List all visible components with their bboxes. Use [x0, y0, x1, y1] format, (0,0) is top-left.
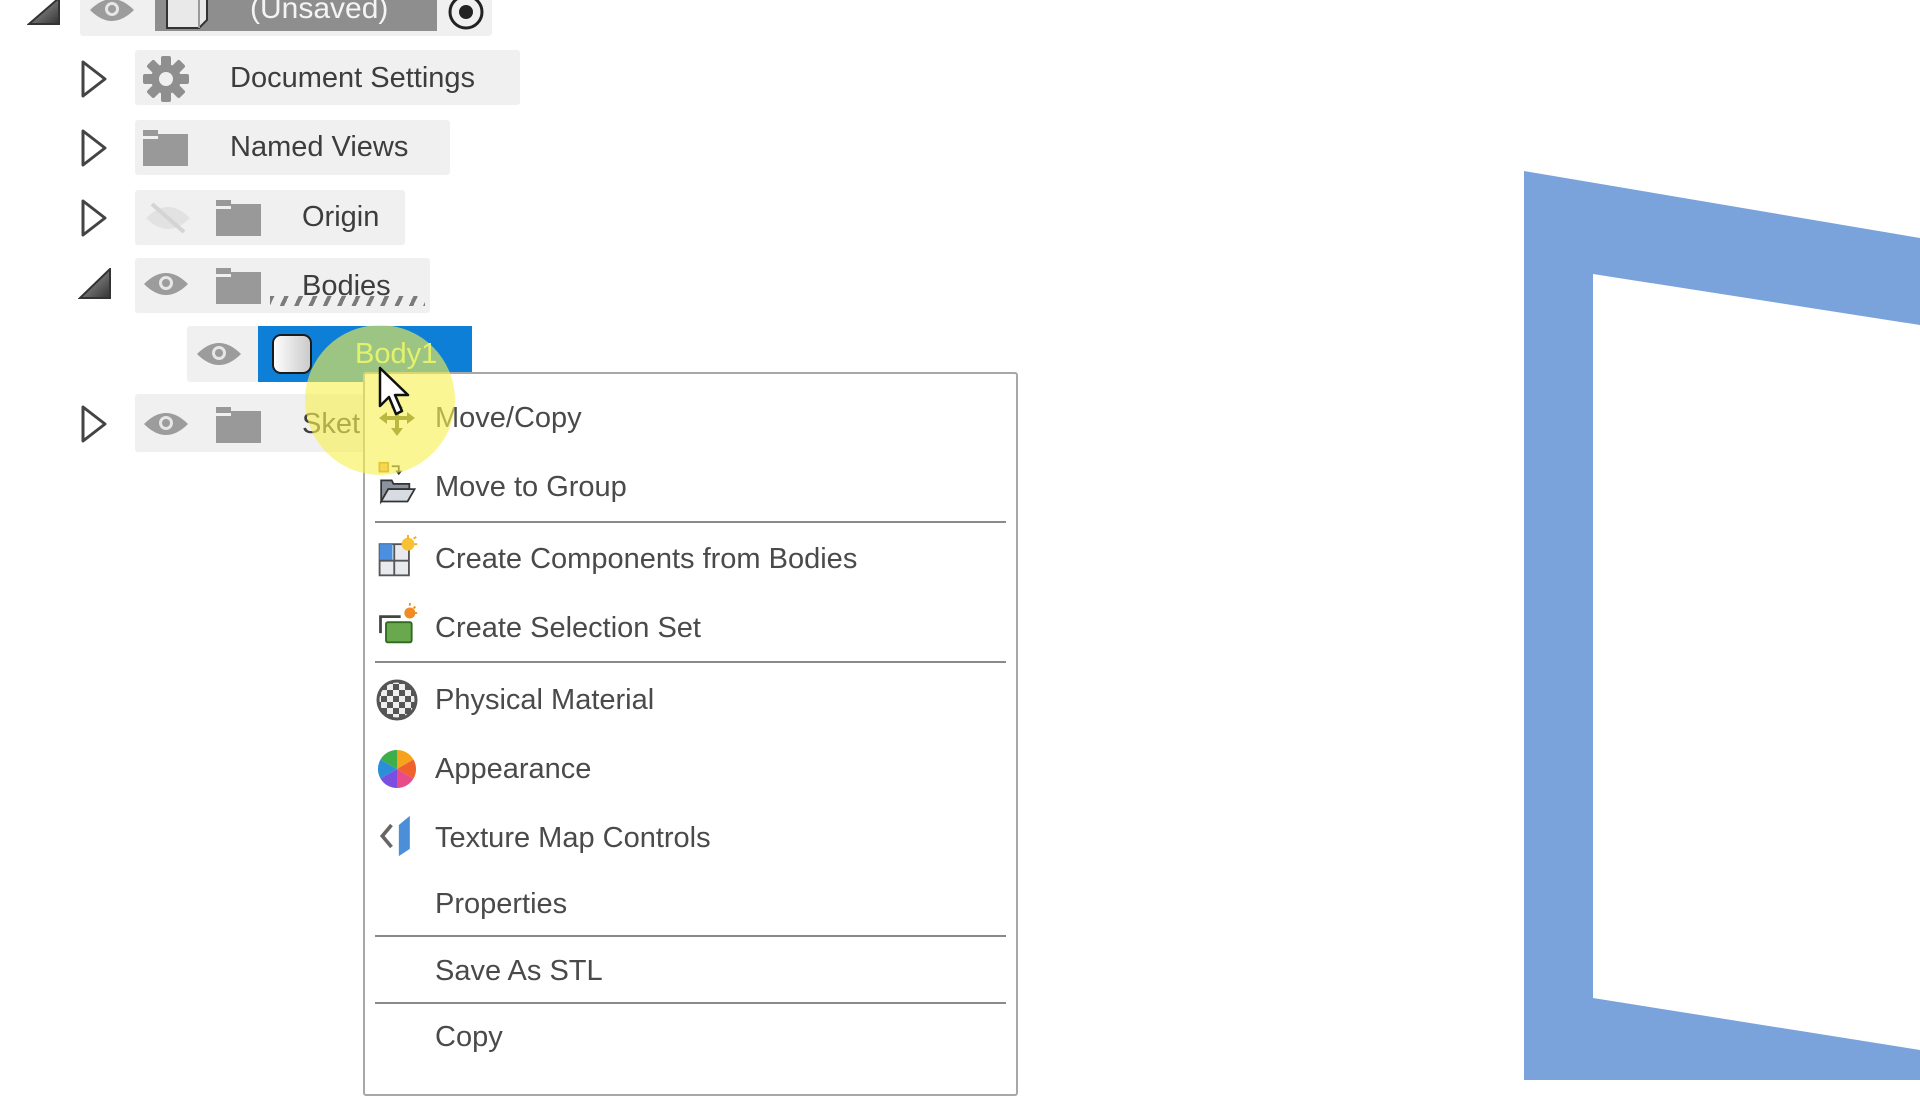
- mouse-pointer-icon: [378, 366, 410, 416]
- body1-frame-shape[interactable]: [1524, 171, 1920, 1080]
- move-to-group-icon: [378, 461, 417, 505]
- expand-chevron-icon[interactable]: [80, 59, 108, 99]
- eye-icon[interactable]: [142, 268, 190, 300]
- menu-separator: [375, 1002, 1006, 1004]
- activate-radio-icon[interactable]: [447, 0, 485, 32]
- tree-label-origin: Origin: [302, 201, 380, 233]
- model-viewport[interactable]: [1100, 0, 1920, 1080]
- collapse-triangle-icon[interactable]: [78, 268, 112, 300]
- folder-icon: [216, 407, 261, 443]
- menu-item-label: Properties: [435, 888, 568, 920]
- menu-item-label: Appearance: [435, 753, 592, 785]
- menu-item-physical-material[interactable]: Physical Material: [365, 670, 1016, 730]
- context-menu: Move/Copy Move to Group Create Component…: [363, 372, 1018, 1096]
- appearance-icon: [377, 749, 417, 789]
- gear-icon: [143, 56, 189, 102]
- menu-item-save-as-stl[interactable]: Save As STL: [365, 941, 1016, 1001]
- menu-item-create-selection-set[interactable]: Create Selection Set: [365, 598, 1016, 658]
- menu-item-label: Create Components from Bodies: [435, 543, 858, 575]
- menu-item-label: Move to Group: [435, 471, 627, 503]
- folder-icon: [216, 200, 261, 236]
- tree-label-document-settings: Document Settings: [230, 62, 476, 94]
- tree-label-bodies: Bodies: [302, 270, 391, 302]
- menu-item-label: Texture Map Controls: [435, 822, 711, 854]
- root-component-label: (Unsaved): [250, 0, 389, 25]
- collapse-triangle-icon[interactable]: [27, 0, 61, 26]
- menu-item-move-copy[interactable]: Move/Copy: [365, 388, 1016, 448]
- component-cube-icon: [166, 0, 208, 29]
- menu-separator: [375, 521, 1006, 523]
- expand-chevron-icon[interactable]: [80, 198, 108, 238]
- menu-item-copy[interactable]: Copy: [365, 1007, 1016, 1067]
- menu-item-label: Create Selection Set: [435, 612, 701, 644]
- eye-icon[interactable]: [195, 338, 243, 370]
- menu-item-label: Move/Copy: [435, 402, 582, 434]
- tree-label-sketches: Sket: [302, 408, 361, 440]
- menu-separator: [375, 661, 1006, 663]
- eye-icon[interactable]: [142, 408, 190, 440]
- menu-item-texture-map-controls[interactable]: Texture Map Controls: [365, 808, 1016, 868]
- menu-item-move-to-group[interactable]: Move to Group: [365, 457, 1016, 517]
- eye-hidden-icon[interactable]: [144, 200, 192, 236]
- folder-icon: [143, 130, 188, 166]
- texture-map-icon: [379, 815, 410, 857]
- expand-chevron-icon[interactable]: [80, 128, 108, 168]
- menu-item-properties[interactable]: Properties: [365, 874, 1016, 934]
- expand-chevron-icon[interactable]: [80, 404, 108, 444]
- menu-item-create-components[interactable]: Create Components from Bodies: [365, 529, 1016, 589]
- tree-label-body1: Body1: [355, 338, 438, 370]
- tree-label-named-views: Named Views: [230, 131, 409, 163]
- menu-item-label: Copy: [435, 1021, 503, 1053]
- selection-set-icon: [379, 602, 418, 644]
- folder-icon: [216, 268, 261, 304]
- menu-separator: [375, 935, 1006, 937]
- create-components-icon: [378, 535, 418, 577]
- physical-material-icon: [376, 679, 418, 721]
- eye-icon[interactable]: [88, 0, 136, 26]
- body-icon: [272, 334, 312, 374]
- menu-item-label: Physical Material: [435, 684, 655, 716]
- menu-item-appearance[interactable]: Appearance: [365, 739, 1016, 799]
- menu-item-label: Save As STL: [435, 955, 603, 987]
